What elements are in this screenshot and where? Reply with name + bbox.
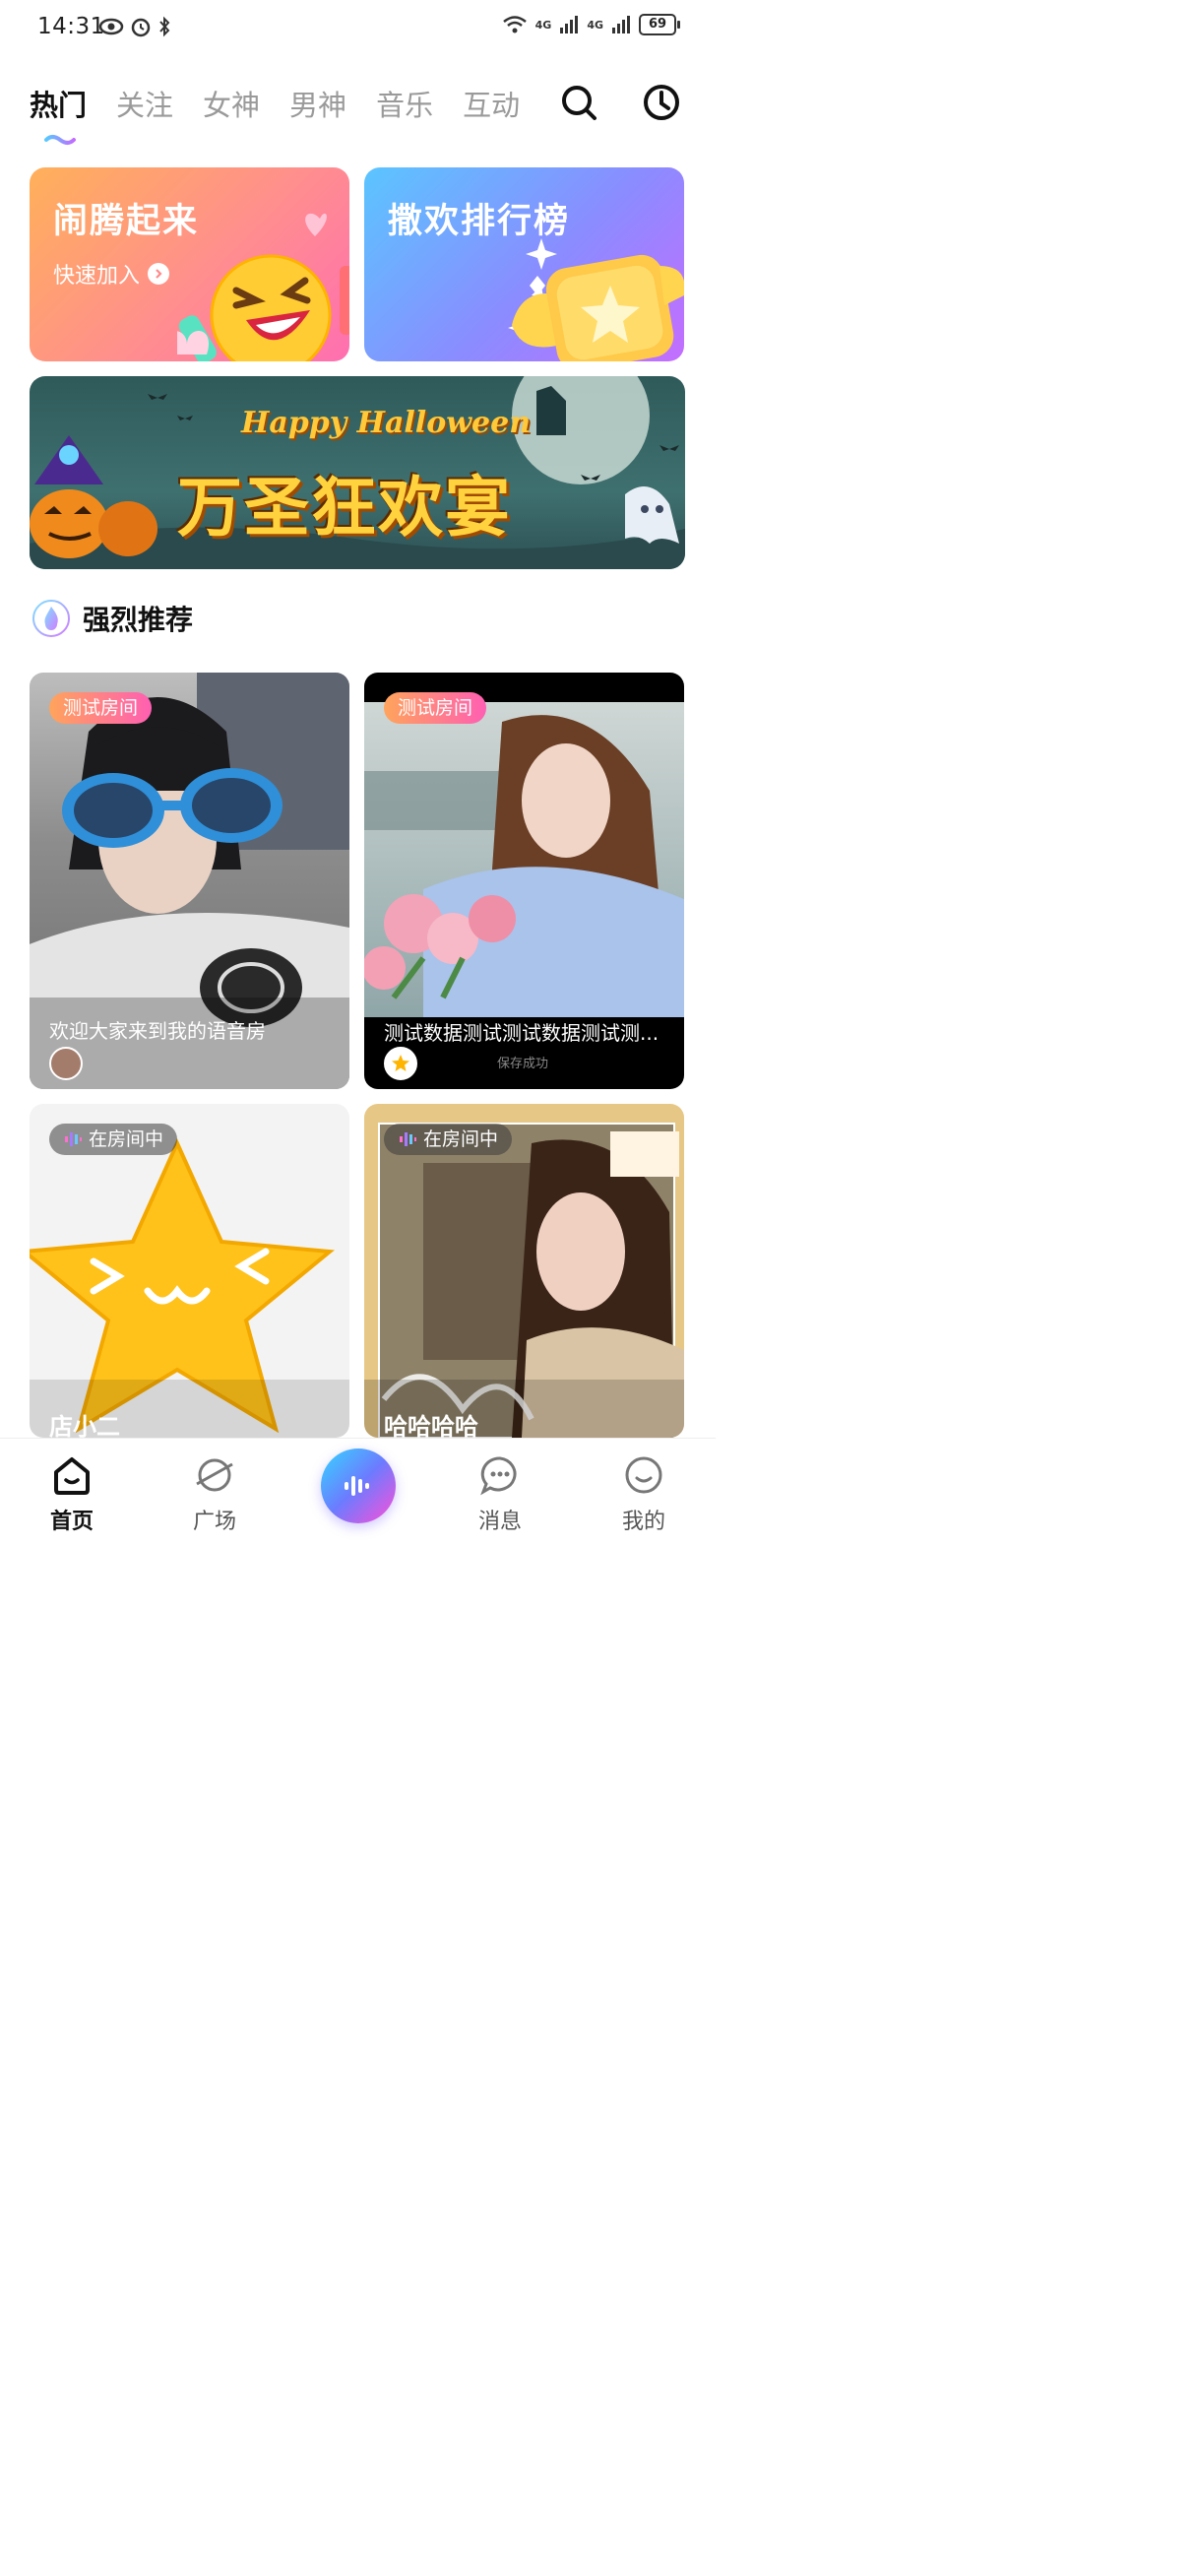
signal-icon: [560, 16, 579, 33]
signal-icon: [612, 16, 630, 33]
room-card[interactable]: 在房间中 哈哈哈哈: [364, 1104, 684, 1438]
nav-messages[interactable]: 消息: [461, 1454, 539, 1535]
banner-title: 万圣狂欢宴: [177, 470, 512, 546]
room-title: 测试数据测试测试数据测试测...: [384, 1021, 659, 1045]
banner-subtitle: Happy Halloween: [241, 406, 532, 440]
tab-hot[interactable]: 热门: [30, 83, 87, 124]
leaderboard-card[interactable]: 撒欢排行榜: [364, 167, 684, 361]
tab-music[interactable]: 音乐: [376, 83, 433, 124]
search-icon[interactable]: [559, 83, 598, 122]
room-title: 欢迎大家来到我的语音房: [49, 1019, 266, 1043]
eye-icon: [98, 18, 124, 35]
quick-join-subtitle: 快速加入: [53, 258, 170, 290]
status-left-icons: [98, 16, 171, 37]
tab-goddess[interactable]: 女神: [203, 83, 260, 124]
smiley-profile-icon: [625, 1456, 662, 1494]
room-title: 哈哈哈哈: [384, 1413, 478, 1438]
quick-join-label: 快速加入: [53, 264, 141, 289]
room-title: 店小二: [49, 1413, 120, 1438]
section-title: 强烈推荐: [83, 604, 194, 636]
room-card[interactable]: 在房间中 店小二: [30, 1104, 349, 1438]
star-icon: [392, 1055, 409, 1071]
audio-wave-icon: [65, 1132, 82, 1146]
planet-icon: [196, 1458, 233, 1492]
room-status-badge: 在房间中: [49, 1124, 178, 1155]
halloween-banner[interactable]: Happy Halloween 万圣狂欢宴: [30, 376, 685, 569]
nav-home-label: 首页: [49, 1510, 94, 1534]
history-clock-icon[interactable]: [642, 83, 681, 122]
avatar[interactable]: [384, 1047, 417, 1080]
room-status-badge: 在房间中: [384, 1124, 513, 1155]
nav-profile[interactable]: 我的: [604, 1454, 683, 1535]
nav-square-label: 广场: [192, 1510, 236, 1534]
audio-wave-icon: [345, 1476, 369, 1496]
active-tab-indicator: [44, 135, 76, 145]
recommend-section-header: 强烈推荐: [31, 599, 193, 638]
status-bar: 14:31 4G 4G 69: [0, 0, 716, 59]
room-status-label: 在房间中: [89, 1128, 164, 1150]
room-card[interactable]: 测试房间 欢迎大家来到我的语音房: [30, 673, 349, 1089]
home-icon: [54, 1457, 90, 1495]
bluetooth-icon: [159, 16, 170, 37]
voice-room-button[interactable]: [321, 1449, 396, 1523]
status-time: 14:31: [37, 14, 105, 39]
network-1: 4G: [534, 18, 552, 32]
bottom-navigation: 首页 广场 消息 我的: [0, 1438, 716, 1545]
flame-icon: [32, 600, 70, 637]
nav-square[interactable]: 广场: [175, 1454, 254, 1535]
status-right: 4G 4G 69: [502, 14, 680, 35]
save-toast: 保存成功: [497, 1057, 549, 1071]
avatar[interactable]: [49, 1047, 83, 1080]
nav-profile-label: 我的: [621, 1510, 665, 1534]
category-tabs: 热门 关注 女神 男神 音乐 互动: [30, 83, 520, 124]
tab-interact[interactable]: 互动: [463, 83, 520, 124]
room-card[interactable]: 测试房间 测试数据测试测试数据测试测... 保存成功: [364, 673, 684, 1089]
tab-god[interactable]: 男神: [289, 83, 346, 124]
audio-wave-icon: [400, 1132, 416, 1146]
alarm-icon: [131, 18, 151, 37]
nav-messages-label: 消息: [477, 1510, 522, 1534]
chevron-right-icon: [148, 263, 170, 285]
wifi-icon: [502, 16, 527, 33]
nav-home[interactable]: 首页: [32, 1454, 111, 1535]
trophy-star-illustration: [508, 238, 684, 361]
quick-join-card[interactable]: 闹腾起来 快速加入: [30, 167, 349, 361]
room-status-label: 在房间中: [423, 1128, 499, 1150]
tab-follow[interactable]: 关注: [116, 83, 173, 124]
room-badge: 测试房间: [49, 692, 153, 724]
room-badge: 测试房间: [384, 692, 487, 724]
laughing-emoji-illustration: [177, 213, 349, 361]
network-2: 4G: [587, 18, 603, 32]
battery-indicator: 69: [639, 14, 680, 35]
chat-bubble-icon: [480, 1456, 517, 1496]
